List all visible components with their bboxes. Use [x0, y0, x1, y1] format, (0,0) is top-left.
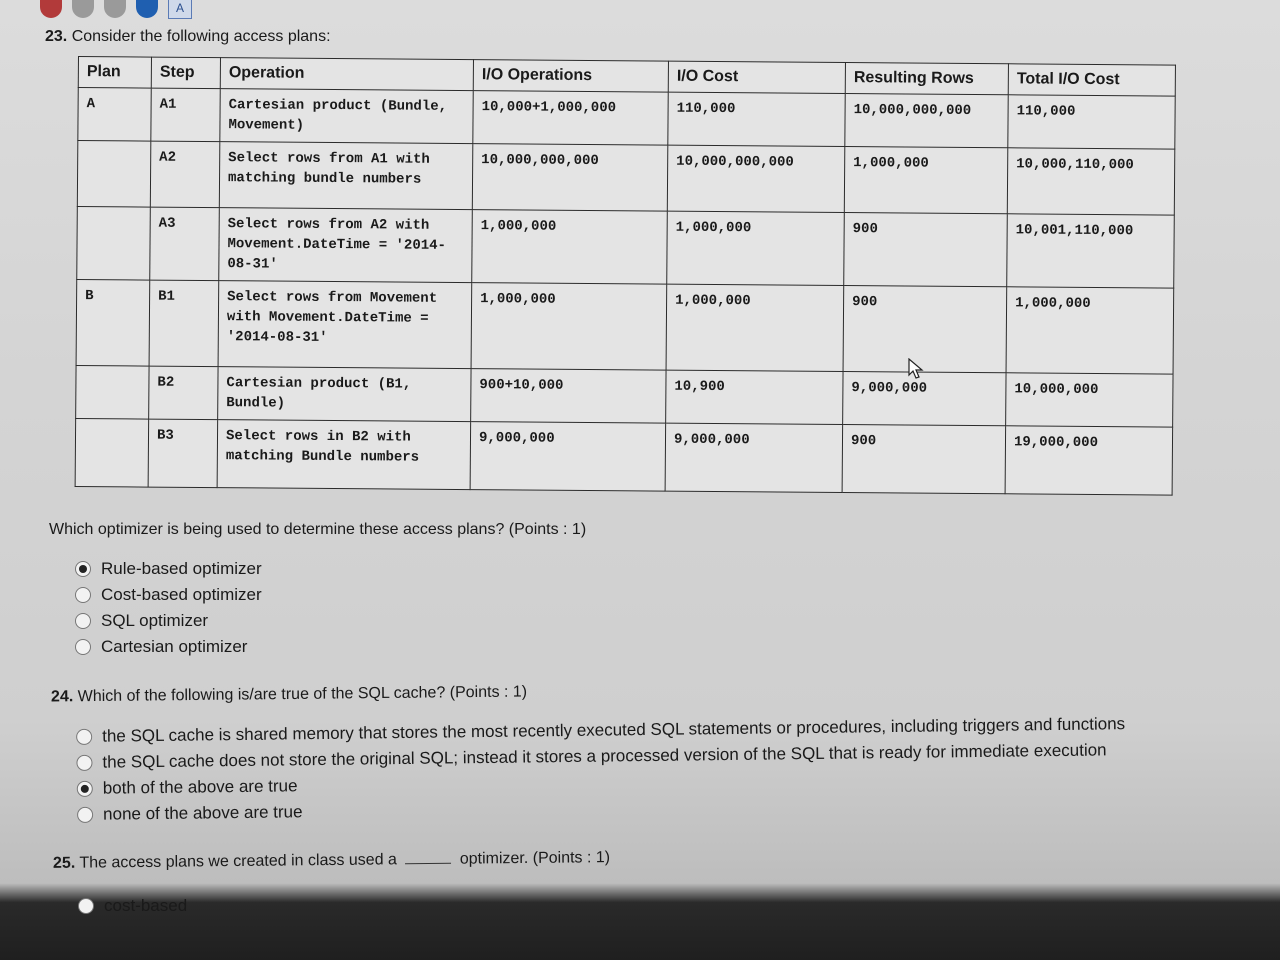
option-label: Cartesian optimizer: [101, 637, 248, 656]
radio-icon[interactable]: [78, 898, 94, 914]
table-row: B2 Cartesian product (B1, Bundle) 900+10…: [75, 365, 1174, 428]
mouse-pointer-icon: [908, 358, 924, 379]
option-label: cost-based: [104, 896, 188, 915]
cell-step: A2: [150, 141, 220, 208]
cell-total-io-cost: 10,000,110,000: [1007, 147, 1175, 216]
question-number: 23.: [45, 28, 68, 45]
cell-step: B1: [149, 280, 219, 367]
cell-total-io-cost: 110,000: [1007, 94, 1176, 150]
table-row: B B1 Select rows from Movement with Move…: [76, 279, 1174, 375]
cell-io-cost: 10,000,000,000: [667, 145, 845, 213]
table-row: A3 Select rows from A2 with Movement.Dat…: [76, 206, 1175, 289]
cell-plan: [75, 365, 150, 420]
cell-resulting-rows: 900: [842, 424, 1006, 494]
cell-operation: Select rows from A2 with Movement.DateTi…: [218, 207, 473, 283]
option-cartesian[interactable]: Cartesian optimizer: [75, 634, 262, 660]
header-total-io-cost: Total I/O Cost: [1008, 63, 1176, 97]
cell-total-io-cost: 19,000,000: [1005, 425, 1173, 496]
question-25-prompt: 25. The access plans we created in class…: [53, 849, 610, 873]
cell-plan: [77, 140, 151, 208]
fill-blank: [405, 862, 452, 865]
option-cost-based[interactable]: Cost-based optimizer: [75, 582, 262, 608]
cell-total-io-cost: 1,000,000: [1006, 286, 1174, 375]
header-io-operations: I/O Operations: [473, 59, 669, 93]
radio-selected-icon[interactable]: [75, 561, 91, 577]
question-text: Consider the following access plans:: [71, 28, 331, 45]
cell-io-operations: 900+10,000: [470, 368, 667, 424]
option-rule-based[interactable]: Rule-based optimizer: [75, 556, 262, 582]
option-cost-based[interactable]: cost-based: [78, 893, 187, 919]
header-operation: Operation: [220, 57, 474, 91]
option-sql[interactable]: SQL optimizer: [75, 608, 262, 634]
header-plan: Plan: [78, 56, 152, 89]
table-row: A2 Select rows from A1 with matching bun…: [77, 140, 1175, 216]
cell-step: B2: [148, 366, 219, 420]
cell-total-io-cost: 10,001,110,000: [1006, 213, 1175, 289]
header-resulting-rows: Resulting Rows: [845, 62, 1009, 95]
cell-io-operations: 1,000,000: [471, 209, 668, 285]
cell-operation: Select rows from A1 with matching bundle…: [219, 141, 473, 210]
cell-io-operations: 1,000,000: [471, 282, 667, 371]
cell-step: B3: [148, 419, 218, 488]
cell-operation: Select rows in B2 with matching Bundle n…: [217, 419, 471, 490]
question-24-options: the SQL cache is shared memory that stor…: [76, 711, 1126, 828]
question-23-options: Rule-based optimizer Cost-based optimize…: [75, 556, 262, 660]
question-23-prompt: Which optimizer is being used to determi…: [49, 521, 587, 538]
radio-icon[interactable]: [76, 728, 93, 745]
toolbar-blue-icon[interactable]: [136, 0, 158, 18]
cell-step: A1: [150, 88, 221, 142]
question-number: 25.: [52, 854, 76, 872]
cell-io-cost: 1,000,000: [666, 211, 845, 286]
cell-step: A3: [149, 207, 220, 281]
cell-operation: Cartesian product (Bundle, Movement): [219, 88, 474, 144]
radio-icon[interactable]: [75, 639, 91, 655]
toolbar-gray-icon-2[interactable]: [104, 0, 126, 18]
header-io-cost: I/O Cost: [668, 61, 846, 94]
question-number: 24.: [50, 688, 74, 706]
cell-io-cost: 110,000: [667, 92, 846, 147]
cell-resulting-rows: 9,000,000: [842, 371, 1007, 426]
browser-toolbar: A: [40, 0, 192, 19]
radio-icon[interactable]: [75, 587, 91, 603]
question-24-prompt: 24. Which of the following is/are true o…: [51, 684, 527, 707]
option-label: none of the above are true: [102, 802, 303, 824]
option-label: Cost-based optimizer: [101, 585, 262, 604]
question-text-end: optimizer. (Points : 1): [459, 849, 611, 868]
cell-resulting-rows: 900: [843, 212, 1008, 287]
option-label: both of the above are true: [102, 776, 298, 798]
cell-operation: Select rows from Movement with Movement.…: [218, 280, 472, 369]
radio-icon[interactable]: [77, 806, 94, 823]
cell-io-operations: 9,000,000: [470, 421, 666, 492]
radio-icon[interactable]: [76, 754, 93, 771]
radio-icon[interactable]: [75, 613, 91, 629]
question-25-options: cost-based: [78, 893, 187, 919]
cell-io-operations: 10,000,000,000: [472, 143, 668, 212]
cell-resulting-rows: 1,000,000: [844, 146, 1008, 214]
table-row: A A1 Cartesian product (Bundle, Movement…: [77, 87, 1176, 150]
cell-plan: B: [76, 279, 150, 367]
toolbar-gray-icon[interactable]: [72, 0, 94, 18]
question-text: Which of the following is/are true of th…: [77, 683, 528, 706]
question-23-title: 23. Consider the following access plans:: [45, 28, 331, 46]
toolbar-red-icon[interactable]: [40, 0, 62, 18]
access-plans-table: Plan Step Operation I/O Operations I/O C…: [74, 56, 1176, 496]
cell-io-operations: 10,000+1,000,000: [472, 90, 669, 146]
font-a-icon[interactable]: A: [168, 0, 192, 19]
cell-io-cost: 1,000,000: [666, 284, 844, 372]
cell-total-io-cost: 10,000,000: [1005, 372, 1174, 428]
radio-selected-icon[interactable]: [76, 780, 93, 797]
cell-resulting-rows: 10,000,000,000: [844, 93, 1009, 148]
option-label: SQL optimizer: [101, 611, 209, 630]
option-label: Rule-based optimizer: [101, 559, 262, 578]
question-text: The access plans we created in class use…: [79, 851, 397, 872]
cell-plan: [76, 206, 151, 281]
cell-io-cost: 9,000,000: [665, 423, 843, 493]
cell-operation: Cartesian product (B1, Bundle): [217, 366, 472, 422]
cell-plan: [75, 418, 149, 488]
table-row: B3 Select rows in B2 with matching Bundl…: [75, 418, 1173, 496]
cell-resulting-rows: 900: [843, 285, 1007, 373]
cell-io-cost: 10,900: [665, 370, 844, 425]
header-step: Step: [151, 57, 221, 89]
cell-plan: A: [77, 87, 152, 142]
